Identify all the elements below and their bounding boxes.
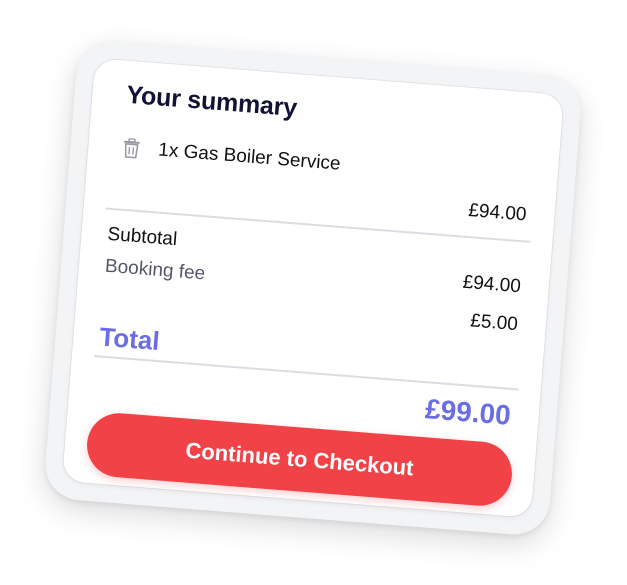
summary-card: Your summary 1x Gas Boiler Service £94.0… [62, 58, 564, 518]
total-value: £99.00 [424, 393, 512, 431]
summary-title: Your summary [125, 80, 298, 123]
cart-item-price: £94.00 [467, 199, 528, 226]
stage: Your summary 1x Gas Boiler Service £94.0… [0, 0, 627, 585]
subtotal-label: Subtotal [106, 223, 178, 251]
booking-fee-label: Booking fee [104, 255, 206, 285]
total-label: Total [98, 321, 161, 357]
cart-item-label: 1x Gas Boiler Service [157, 139, 342, 175]
subtotal-value: £94.00 [461, 271, 522, 298]
summary-card-frame: Your summary 1x Gas Boiler Service £94.0… [42, 38, 584, 538]
trash-icon[interactable] [122, 137, 142, 159]
cart-item-row: 1x Gas Boiler Service [122, 137, 342, 176]
booking-fee-value: £5.00 [469, 310, 519, 336]
divider [93, 355, 519, 391]
